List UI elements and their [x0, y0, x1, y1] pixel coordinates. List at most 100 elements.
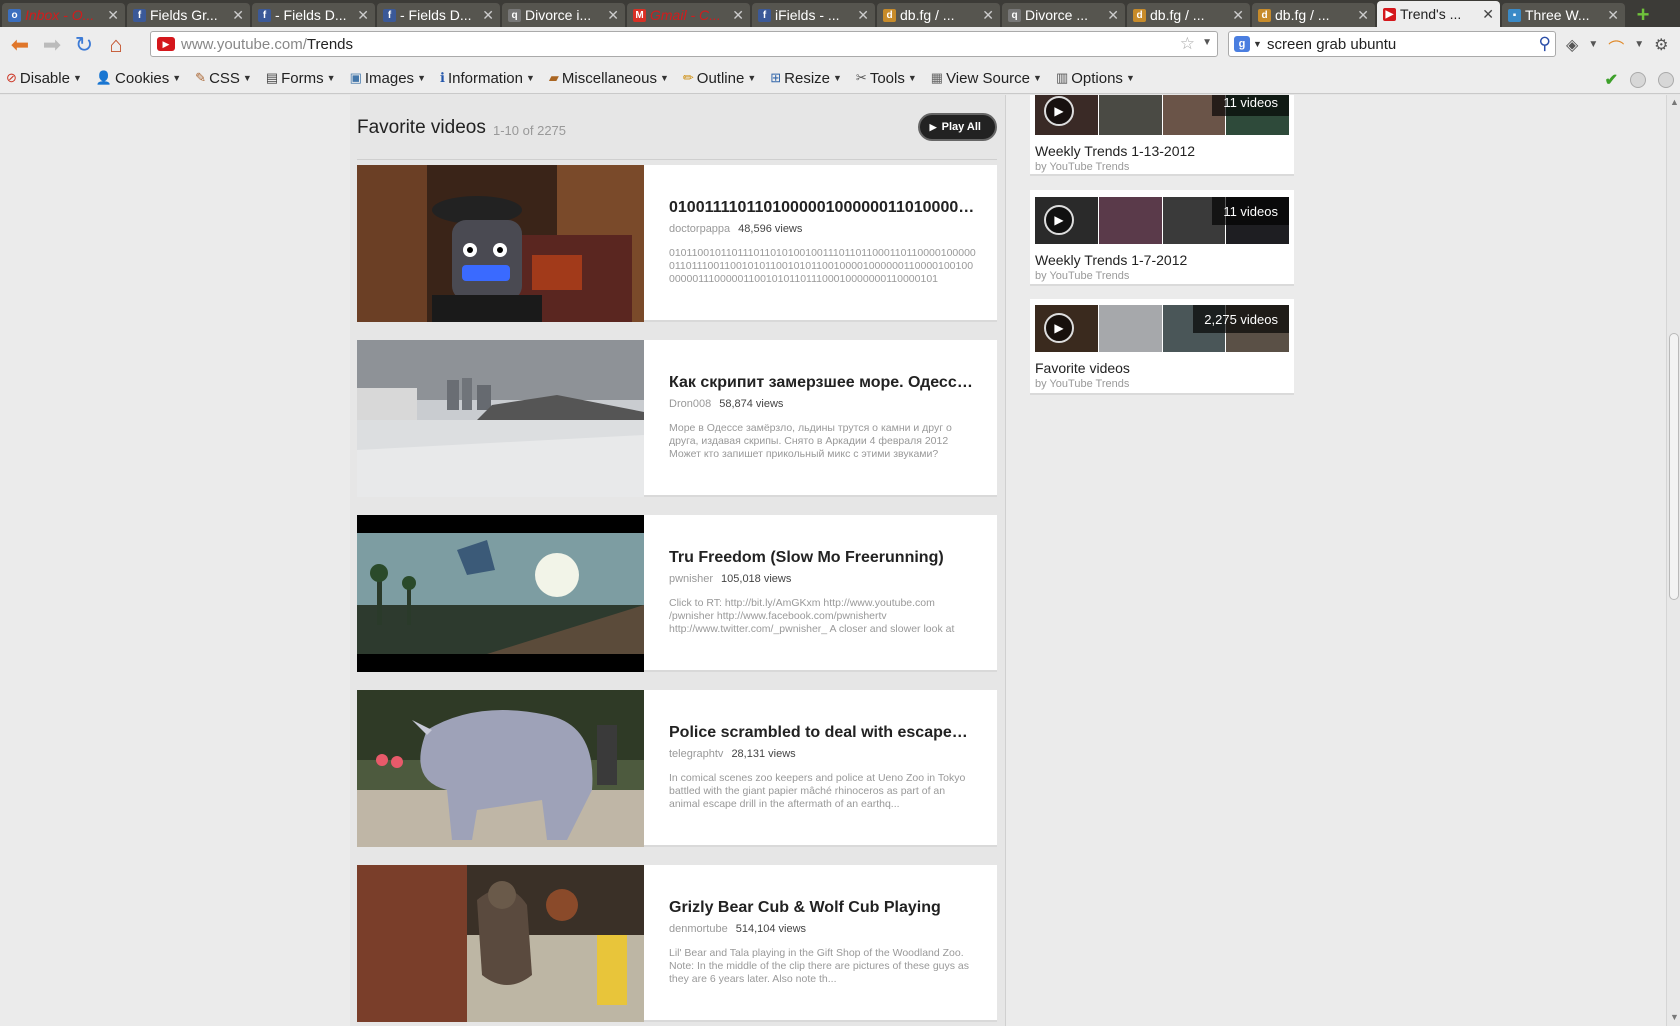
video-item[interactable]: Tru Freedom (Slow Mo Freerunning) pwnish… — [357, 515, 997, 672]
play-icon[interactable]: ▶ — [1044, 313, 1074, 343]
video-item[interactable]: Police scrambled to deal with escaped rh… — [357, 690, 997, 847]
close-icon[interactable]: ✕ — [1357, 7, 1369, 24]
browser-tab[interactable]: f - Fields D... ✕ — [252, 3, 375, 27]
devbar-menu-options[interactable]: ▥ Options ▼ — [1056, 70, 1135, 87]
sidebar-playlist-card[interactable]: ▶ 11 videos Weekly Trends 1-7-2012 by Yo… — [1030, 190, 1294, 286]
playlist-author[interactable]: by YouTube Trends — [1035, 378, 1129, 390]
playlist-author[interactable]: by YouTube Trends — [1035, 161, 1129, 173]
browser-tab[interactable]: f - Fields D... ✕ — [377, 3, 500, 27]
browser-tab[interactable]: f Fields Gr... ✕ — [127, 3, 250, 27]
video-item[interactable]: Как скрипит замерзшее море. Одесса. Арка… — [357, 340, 997, 497]
video-thumbnail[interactable] — [357, 865, 644, 1022]
devbar-menu-forms[interactable]: ▤ Forms ▼ — [266, 70, 336, 87]
devbar-menu-tools[interactable]: ✂ Tools ▼ — [856, 70, 917, 87]
playlist-title[interactable]: Weekly Trends 1-13-2012 — [1035, 143, 1195, 159]
settings-icon[interactable]: ⚙ — [1654, 35, 1668, 59]
tab-favicon-icon: d — [1133, 8, 1146, 22]
browser-tab[interactable]: M Gmail - C... ✕ — [627, 3, 750, 27]
play-icon[interactable]: ▶ — [1044, 96, 1074, 126]
video-item[interactable]: Grizly Bear Cub & Wolf Cub Playing denmo… — [357, 865, 997, 1022]
devbar-menu-cookies[interactable]: 👤 Cookies ▼ — [96, 70, 181, 87]
validation-check-icon[interactable]: ✔ — [1605, 70, 1618, 90]
devbar-menu-css[interactable]: ✎ CSS ▼ — [195, 70, 252, 87]
addon-icon[interactable]: ◈ — [1566, 35, 1578, 59]
scrollbar-thumb[interactable] — [1669, 333, 1679, 600]
url-dropdown-icon[interactable]: ▼ — [1202, 37, 1212, 48]
video-channel[interactable]: denmortube — [669, 923, 728, 935]
browser-tab[interactable]: d db.fg / ... ✕ — [877, 3, 1000, 27]
sidebar-playlist-card[interactable]: ▶ 11 videos Weekly Trends 1-13-2012 by Y… — [1030, 95, 1294, 176]
video-views: 105,018 views — [721, 573, 792, 585]
reload-icon[interactable]: ↻ — [70, 31, 98, 59]
close-icon[interactable]: ✕ — [857, 7, 869, 24]
google-icon[interactable]: g — [1234, 36, 1250, 52]
css-status-icon[interactable] — [1630, 72, 1646, 88]
scroll-down-icon[interactable]: ▼ — [1670, 1012, 1679, 1022]
close-icon[interactable]: ✕ — [232, 7, 244, 24]
js-status-icon[interactable] — [1658, 72, 1674, 88]
sidebar-playlist-card[interactable]: ▶ 2,275 videos Favorite videos by YouTub… — [1030, 299, 1294, 395]
browser-tab[interactable]: d db.fg / ... ✕ — [1127, 3, 1250, 27]
search-bar[interactable]: g ▼ screen grab ubuntu ⚲ — [1228, 31, 1556, 57]
playlist-author[interactable]: by YouTube Trends — [1035, 270, 1129, 282]
search-input[interactable]: screen grab ubuntu — [1267, 36, 1396, 53]
search-engine-dropdown-icon[interactable]: ▼ — [1253, 39, 1262, 49]
close-icon[interactable]: ✕ — [357, 7, 369, 24]
devbar-menu-disable[interactable]: ⊘ Disable ▼ — [6, 70, 82, 87]
video-title[interactable]: Grizly Bear Cub & Wolf Cub Playing — [669, 899, 977, 917]
browser-tab[interactable]: q Divorce i... ✕ — [502, 3, 625, 27]
close-icon[interactable]: ✕ — [607, 7, 619, 24]
playlist-range: 1-10 of 2275 — [493, 123, 567, 138]
devbar-menu-outline[interactable]: ✏ Outline ▼ — [683, 70, 756, 87]
browser-tab[interactable]: f iFields - ... ✕ — [752, 3, 875, 27]
browser-tab[interactable]: ▶ Trend's ... ✕ — [1377, 1, 1500, 27]
devbar-menu-miscellaneous[interactable]: ▰ Miscellaneous ▼ — [549, 70, 669, 87]
play-icon[interactable]: ▶ — [1044, 205, 1074, 235]
close-icon[interactable]: ✕ — [1107, 7, 1119, 24]
addon-dropdown-icon[interactable]: ▼ — [1588, 39, 1598, 59]
video-channel[interactable]: pwnisher — [669, 573, 713, 585]
video-thumbnail[interactable] — [357, 165, 644, 322]
video-title[interactable]: 0100111101101000001000000110100001100101… — [669, 199, 977, 217]
devbar-menu-resize[interactable]: ⊞ Resize ▼ — [770, 70, 842, 87]
close-icon[interactable]: ✕ — [1607, 7, 1619, 24]
close-icon[interactable]: ✕ — [107, 7, 119, 24]
playlist-title[interactable]: Favorite videos — [1035, 360, 1130, 376]
forward-arrow-icon[interactable]: ➡ — [38, 31, 66, 59]
playlist-title[interactable]: Weekly Trends 1-7-2012 — [1035, 252, 1187, 268]
url-bar[interactable]: ▶ www.youtube.com/Trends ☆ ▼ — [150, 31, 1218, 57]
browser-tab[interactable]: q Divorce ... ✕ — [1002, 3, 1125, 27]
close-icon[interactable]: ✕ — [982, 7, 994, 24]
video-thumbnail[interactable] — [357, 515, 644, 672]
bookmark-star-icon[interactable]: ☆ — [1180, 34, 1195, 54]
video-title[interactable]: Tru Freedom (Slow Mo Freerunning) — [669, 549, 977, 567]
close-icon[interactable]: ✕ — [732, 7, 744, 24]
close-icon[interactable]: ✕ — [1482, 6, 1494, 23]
video-thumbnail[interactable] — [357, 690, 644, 847]
devbar-menu-information[interactable]: ℹ Information ▼ — [440, 70, 535, 87]
browser-tab[interactable]: ▪ Three W... ✕ — [1502, 3, 1625, 27]
video-title[interactable]: Police scrambled to deal with escaped rh… — [669, 724, 977, 742]
video-title[interactable]: Как скрипит замерзшее море. Одесса. Арка… — [669, 374, 977, 392]
scroll-up-icon[interactable]: ▲ — [1670, 97, 1679, 107]
tab-favicon-icon: f — [758, 8, 771, 22]
video-channel[interactable]: Dron008 — [669, 398, 711, 410]
back-arrow-icon[interactable]: ⬅ — [6, 31, 34, 59]
devbar-menu-view-source[interactable]: ▦ View Source ▼ — [931, 70, 1042, 87]
play-all-button[interactable]: ▶ Play All — [917, 113, 997, 141]
home-icon[interactable]: ⌂ — [102, 31, 130, 59]
close-icon[interactable]: ✕ — [1232, 7, 1244, 24]
close-icon[interactable]: ✕ — [482, 7, 494, 24]
video-item[interactable]: 0100111101101000001000000110100001100101… — [357, 165, 997, 322]
browser-tab[interactable]: d db.fg / ... ✕ — [1252, 3, 1375, 27]
video-channel[interactable]: telegraphtv — [669, 748, 723, 760]
rainbow-addon-icon[interactable]: ⌒ — [1608, 35, 1624, 59]
video-channel[interactable]: doctorpappa — [669, 223, 730, 235]
devbar-menu-images[interactable]: ▣ Images ▼ — [350, 70, 426, 87]
browser-tab[interactable]: o Inbox - O... ✕ — [2, 3, 125, 27]
rainbow-dropdown-icon[interactable]: ▼ — [1634, 39, 1644, 59]
new-tab-plus-icon[interactable]: + — [1631, 4, 1655, 27]
video-thumbnail[interactable] — [357, 340, 644, 497]
search-icon[interactable]: ⚲ — [1539, 34, 1551, 54]
vertical-scrollbar[interactable]: ▲ ▼ — [1666, 95, 1680, 1026]
